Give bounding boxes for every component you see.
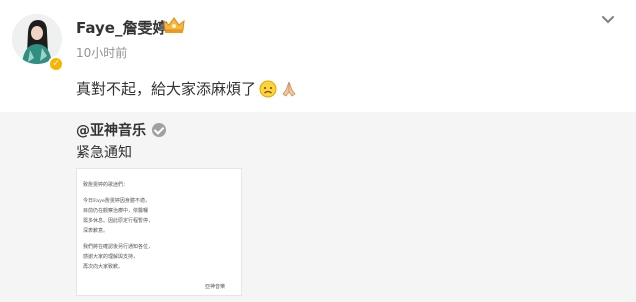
reposted-content[interactable]: @亚神音乐 紧急通知 致詹雯婷的歌迷們： 今日Faye詹雯婷因身體不適， 目前仍…: [0, 112, 636, 302]
avatar-container[interactable]: ✓: [12, 14, 64, 72]
repost-text: 紧急通知: [76, 145, 132, 161]
praying-hands-emoji: [282, 81, 296, 97]
notice-line: 目前仍在觀察治療中，依醫囑: [83, 208, 149, 214]
notice-signature: 亞神音樂: [205, 284, 226, 290]
repost-username-text[interactable]: @亚神音乐: [76, 120, 146, 140]
notice-line: 感謝大家的理解與支持，: [83, 254, 139, 260]
notice-line: 再次向大家致歉。: [83, 264, 124, 270]
notice-line: 今日Faye詹雯婷因身體不適，: [83, 198, 150, 204]
notice-line: 我們將在確認後另行通知各位，: [83, 244, 154, 250]
post-content: 真對不起，給大家添麻煩了: [76, 78, 298, 99]
notice-line: 深表歉意。: [83, 228, 109, 234]
weibo-post: ✓ Faye_詹雯婷 10小时前 真對不起，給大家添麻煩了: [0, 0, 636, 112]
post-username[interactable]: Faye_詹雯婷: [76, 17, 167, 38]
notice-line: 需多休息。因此原定行程暫停，: [83, 218, 154, 224]
verified-badge-icon: [152, 123, 166, 137]
post-timestamp[interactable]: 10小时前: [76, 44, 127, 61]
post-text: 真對不起，給大家添麻煩了: [76, 80, 257, 98]
notice-image[interactable]: 致詹雯婷的歌迷們： 今日Faye詹雯婷因身體不適， 目前仍在觀察治療中，依醫囑 …: [76, 168, 242, 296]
repost-username[interactable]: @亚神音乐: [76, 120, 166, 140]
crown-icon: [163, 17, 185, 33]
sad-face-emoji: [259, 80, 277, 97]
chevron-down-icon[interactable]: [600, 14, 616, 26]
notice-line: 致詹雯婷的歌迷們：: [83, 182, 129, 188]
verified-badge-icon: ✓: [48, 56, 64, 72]
